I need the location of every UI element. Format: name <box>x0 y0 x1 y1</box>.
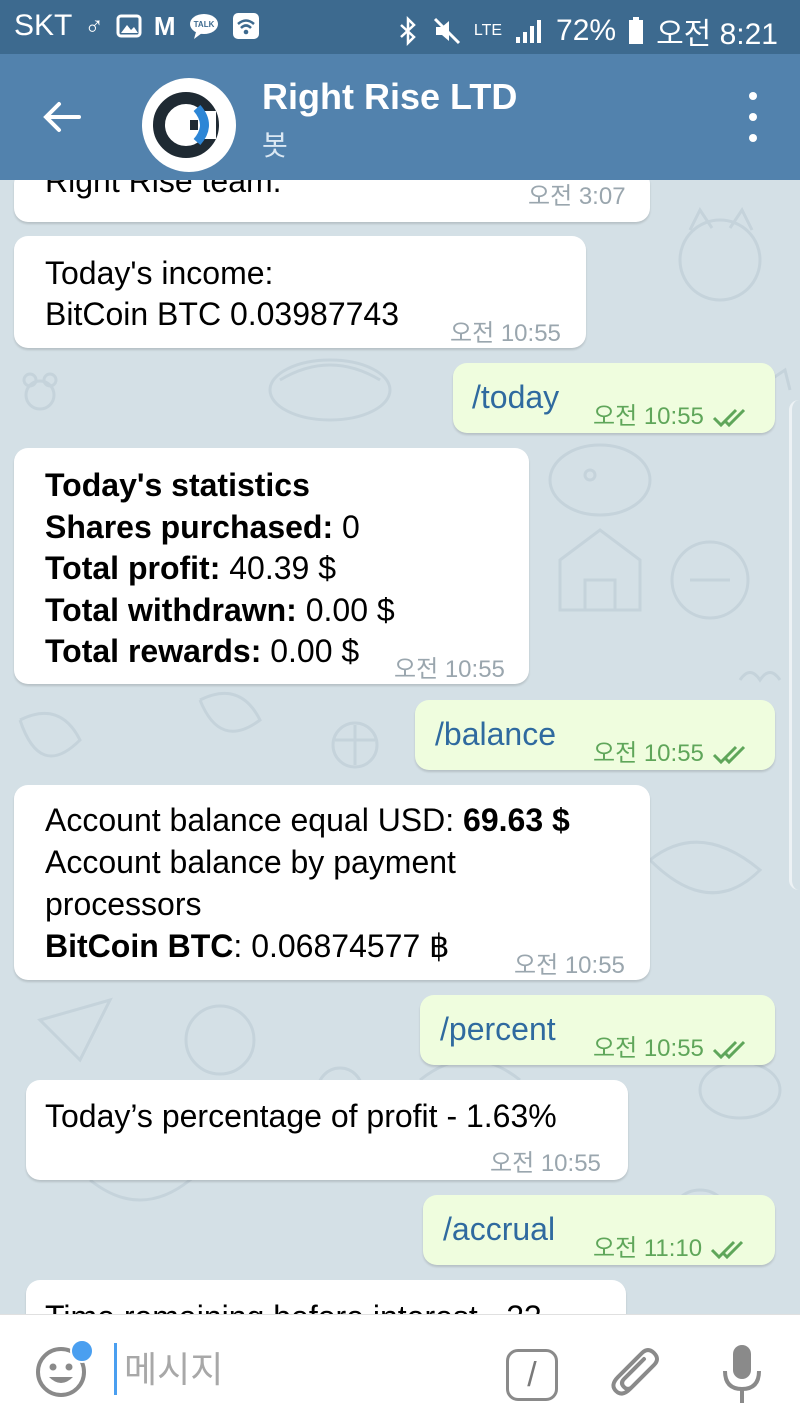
mute-icon <box>433 17 460 45</box>
message-outgoing[interactable]: /balance 오전 10:55 <box>415 700 775 770</box>
message-incoming[interactable]: Today’s percentage of profit - 1.63% 오전 … <box>26 1080 628 1180</box>
message-line: Today's income: <box>45 255 274 291</box>
message-incoming[interactable]: Today's statistics Shares purchased: 0 T… <box>14 448 529 684</box>
signal-icon <box>516 20 542 43</box>
message-time: 오전 10:55 <box>593 733 750 775</box>
status-right: LTE 72% 오전 8:21 <box>396 9 778 53</box>
balance-btc: BitCoin BTC: 0.06874577 ฿ <box>45 928 450 964</box>
message-time: 오전 10:55 <box>450 320 561 347</box>
wifi-icon <box>232 13 259 39</box>
message-time: 오전 10:55 <box>593 1028 750 1070</box>
message-time: 오전 10:55 <box>394 656 505 683</box>
message-incoming[interactable]: Right Rise team. 오전 3:07 <box>14 180 650 222</box>
command-text[interactable]: /balance <box>435 713 556 755</box>
stats-row: Total profit: 40.39 $ <box>45 550 337 586</box>
attach-icon[interactable] <box>610 1345 664 1405</box>
double-check-icon <box>712 408 745 427</box>
double-check-icon <box>712 745 745 764</box>
message-list[interactable]: Right Rise team. 오전 3:07 Today's income:… <box>0 180 800 1314</box>
status-left: SKT ♂ M TALK <box>14 9 260 43</box>
gallery-icon <box>116 14 142 38</box>
stats-row: Total withdrawn: 0.00 $ <box>45 592 395 628</box>
stats-heading: Today's statistics <box>45 467 310 503</box>
message-outgoing[interactable]: /accrual 오전 11:10 <box>423 1195 775 1265</box>
message-text: Time remaining before interest - 23 <box>45 1296 542 1314</box>
double-check-icon <box>711 1240 744 1259</box>
stats-row: Shares purchased: 0 <box>45 509 360 545</box>
gender-icon: ♂ <box>84 10 104 41</box>
svg-text:TALK: TALK <box>193 20 214 29</box>
message-time: 오전 3:07 <box>528 183 626 210</box>
composer: / <box>0 1314 800 1423</box>
logo-icon <box>153 92 219 158</box>
status-bar: SKT ♂ M TALK LTE 72% 오전 8:21 <box>0 0 800 54</box>
message-time: 오전 10:55 <box>514 952 625 979</box>
message-incoming[interactable]: Time remaining before interest - 23 <box>26 1280 626 1314</box>
message-time: 오전 10:55 <box>490 1150 601 1177</box>
back-arrow-icon <box>43 102 81 132</box>
chat-title[interactable]: Right Rise LTD <box>262 76 517 118</box>
scroll-indicator[interactable] <box>789 400 800 890</box>
message-line: processors <box>45 886 202 922</box>
message-time: 오전 11:10 <box>593 1228 748 1270</box>
message-time: 오전 10:55 <box>593 396 750 438</box>
text-caret <box>114 1343 117 1395</box>
message-text: Right Rise team. <box>45 180 282 199</box>
bluetooth-icon <box>400 16 416 46</box>
message-line: Account balance by payment <box>45 844 456 880</box>
command-text[interactable]: /accrual <box>443 1208 555 1250</box>
carrier-label: SKT <box>14 9 73 42</box>
message-line: BitCoin BTC 0.03987743 <box>45 296 399 332</box>
emoji-badge-dot <box>70 1339 94 1363</box>
mic-icon[interactable] <box>720 1343 764 1407</box>
command-text[interactable]: /today <box>472 376 559 418</box>
chat-header: Right Rise LTD 봇 <box>0 54 800 180</box>
stats-row: Total rewards: 0.00 $ <box>45 633 360 669</box>
m-app-icon: M <box>153 10 176 41</box>
message-incoming[interactable]: Account balance equal USD: 69.63 $ Accou… <box>14 785 650 980</box>
bot-command-icon[interactable]: / <box>506 1349 558 1401</box>
message-incoming[interactable]: Today's income: BitCoin BTC 0.03987743 오… <box>14 236 586 348</box>
battery-icon <box>629 17 644 44</box>
battery-percent: 72% <box>556 14 617 47</box>
lte-label: LTE <box>473 22 503 39</box>
message-input[interactable] <box>122 1339 486 1401</box>
double-check-icon <box>712 1040 745 1059</box>
clock: 오전 8:21 <box>656 18 778 51</box>
balance-usd: Account balance equal USD: 69.63 $ <box>45 802 570 838</box>
command-text[interactable]: /percent <box>440 1008 556 1050</box>
avatar[interactable] <box>142 78 236 172</box>
chat-subtitle: 봇 <box>262 130 288 161</box>
message-outgoing[interactable]: /percent 오전 10:55 <box>420 995 775 1065</box>
message-outgoing[interactable]: /today 오전 10:55 <box>453 363 775 433</box>
message-text: Today’s percentage of profit - 1.63% <box>45 1098 557 1134</box>
back-button[interactable] <box>34 90 88 144</box>
talk-icon: TALK <box>189 14 218 39</box>
menu-dots-icon[interactable] <box>740 92 766 142</box>
